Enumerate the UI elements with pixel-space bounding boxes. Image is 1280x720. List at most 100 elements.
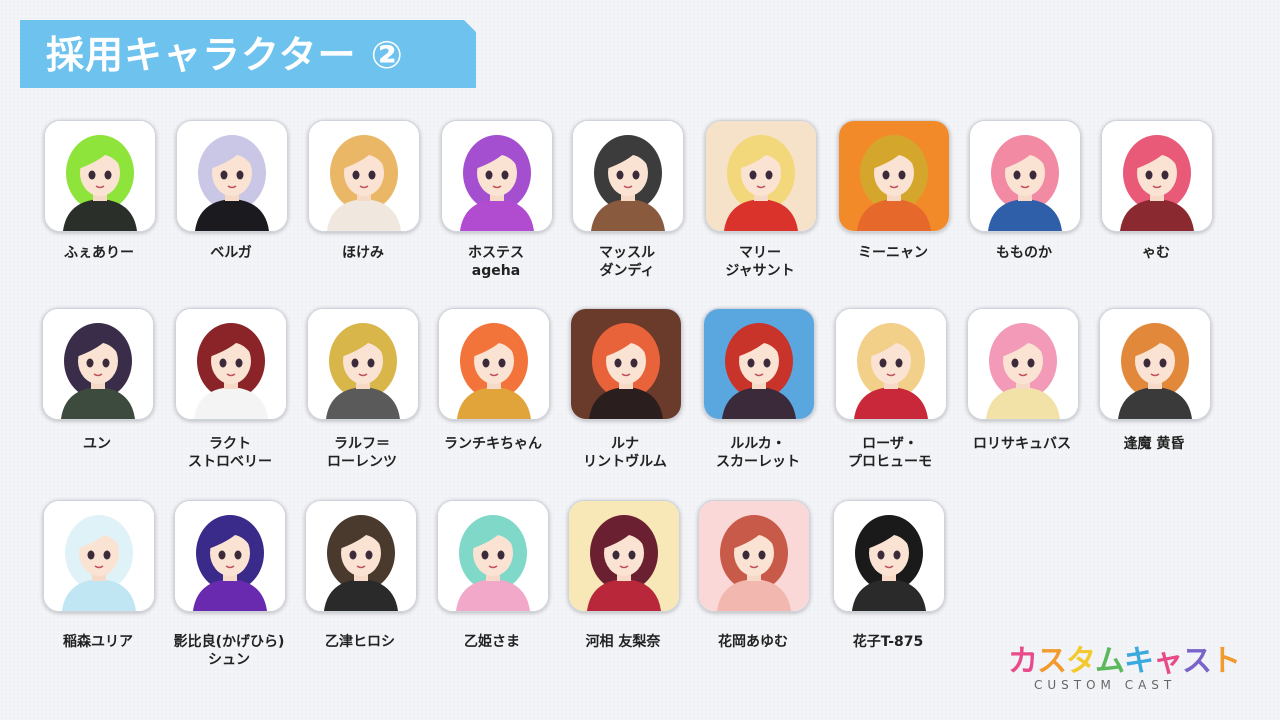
character-name: もものか	[949, 244, 1099, 262]
character-name-line1: 花岡あゆむ	[718, 634, 788, 650]
character-portrait	[699, 501, 809, 611]
character-name-line1: 稲森ユリア	[63, 634, 133, 650]
character-portrait	[706, 121, 816, 231]
character-avatar[interactable]	[176, 120, 288, 232]
logo-char: キ	[1124, 644, 1154, 679]
character-avatar[interactable]	[967, 308, 1079, 420]
character-name-line1: 乙姫さま	[464, 634, 520, 650]
character-name-line2: スカーレット	[716, 454, 800, 470]
character-name: マッスル ダンディ	[552, 244, 702, 280]
character-avatar[interactable]	[305, 500, 417, 612]
character-name: 乙津ヒロシ	[285, 633, 435, 651]
character-portrait	[177, 121, 287, 231]
character-avatar[interactable]	[570, 308, 682, 420]
character-name-line1: ホステス	[468, 245, 524, 261]
character-name-line2: ローレンツ	[327, 454, 397, 470]
character-name: 花子T-875	[813, 633, 963, 651]
character-avatar[interactable]	[441, 120, 553, 232]
logo-char: ム	[1095, 644, 1125, 679]
character-portrait	[1102, 121, 1212, 231]
character-name: ロリサキュバス	[947, 435, 1097, 453]
character-name-line1: 花子T-875	[852, 634, 924, 650]
character-name-line1: マリー	[739, 245, 781, 261]
character-avatar[interactable]	[568, 500, 680, 612]
character-portrait	[704, 309, 814, 419]
character-name: マリー ジャサント	[685, 244, 835, 280]
character-avatar[interactable]	[43, 500, 155, 612]
logo-char: カ	[1008, 644, 1038, 679]
character-name-line1: 影比良(かげひら)	[173, 634, 285, 650]
character-avatar[interactable]	[437, 500, 549, 612]
character-portrait	[176, 309, 286, 419]
character-avatar[interactable]	[969, 120, 1081, 232]
character-name: ラルフ＝ ローレンツ	[287, 435, 437, 471]
character-portrait	[569, 501, 679, 611]
character-name-line1: マッスル	[599, 245, 655, 261]
character-name-line2: ジャサント	[725, 263, 795, 279]
character-name: ほけみ	[288, 244, 438, 262]
character-avatar[interactable]	[835, 308, 947, 420]
character-name-line1: ルルカ・	[730, 436, 786, 452]
character-avatar[interactable]	[833, 500, 945, 612]
character-portrait	[968, 309, 1078, 419]
logo-char: ャ	[1153, 644, 1183, 679]
character-avatar[interactable]	[307, 308, 419, 420]
logo-wordmark: カスタムキャスト	[1008, 644, 1241, 679]
character-name: 逢魔 黄昏	[1079, 435, 1229, 453]
character-name: 乙姫さま	[417, 633, 567, 651]
character-avatar[interactable]	[705, 120, 817, 232]
character-portrait	[442, 121, 552, 231]
character-avatar[interactable]	[44, 120, 156, 232]
character-name: 稲森ユリア	[23, 633, 173, 651]
character-avatar[interactable]	[174, 500, 286, 612]
character-portrait	[573, 121, 683, 231]
character-name-line1: ルナ	[611, 436, 639, 452]
character-name: ゃむ	[1081, 244, 1231, 262]
character-avatar[interactable]	[572, 120, 684, 232]
character-name-line1: ラクト	[209, 436, 251, 452]
character-name-line1: ローザ・	[862, 436, 918, 452]
character-avatar[interactable]	[838, 120, 950, 232]
character-name: ラクト ストロベリー	[155, 435, 305, 471]
character-name-line1: ベルガ	[210, 245, 252, 261]
page-title: 採用キャラクター ②	[46, 33, 404, 77]
character-avatar[interactable]	[175, 308, 287, 420]
character-portrait	[970, 121, 1080, 231]
character-portrait	[45, 121, 155, 231]
character-portrait	[43, 309, 153, 419]
character-portrait	[306, 501, 416, 611]
character-name: ミーニャン	[818, 244, 968, 262]
character-portrait	[308, 309, 418, 419]
character-name-line1: ほけみ	[342, 245, 384, 261]
character-avatar[interactable]	[1101, 120, 1213, 232]
character-portrait	[44, 501, 154, 611]
character-name-line1: ラルフ＝	[334, 436, 390, 452]
character-portrait	[175, 501, 285, 611]
character-portrait	[438, 501, 548, 611]
character-name-line2: シュン	[208, 652, 250, 668]
character-avatar[interactable]	[42, 308, 154, 420]
character-avatar[interactable]	[308, 120, 420, 232]
custom-cast-logo: カスタムキャスト CUSTOM CAST	[1008, 644, 1241, 693]
character-name-line2: ストロベリー	[188, 454, 272, 470]
character-name-line1: ふぇありー	[64, 245, 134, 261]
logo-char: ス	[1037, 644, 1067, 679]
character-name-line1: ゃむ	[1142, 245, 1170, 261]
character-name: ルナ リントヴルム	[550, 435, 700, 471]
character-name: ルルカ・スカーレット	[683, 435, 833, 471]
character-avatar[interactable]	[703, 308, 815, 420]
character-portrait	[571, 309, 681, 419]
character-name-line2: ageha	[471, 263, 521, 279]
logo-char: ス	[1182, 644, 1212, 679]
character-name-line1: 乙津ヒロシ	[325, 634, 395, 650]
character-name: 影比良(かげひら) シュン	[154, 633, 304, 669]
character-name-line2: プロヒューモ	[848, 454, 932, 470]
character-avatar[interactable]	[698, 500, 810, 612]
character-portrait	[309, 121, 419, 231]
character-name-line1: ユン	[83, 436, 111, 452]
character-avatar[interactable]	[1099, 308, 1211, 420]
character-avatar[interactable]	[438, 308, 550, 420]
character-name-line1: 逢魔 黄昏	[1123, 436, 1185, 452]
character-name: 河相 友梨奈	[548, 633, 698, 651]
character-name: 花岡あゆむ	[678, 633, 828, 651]
